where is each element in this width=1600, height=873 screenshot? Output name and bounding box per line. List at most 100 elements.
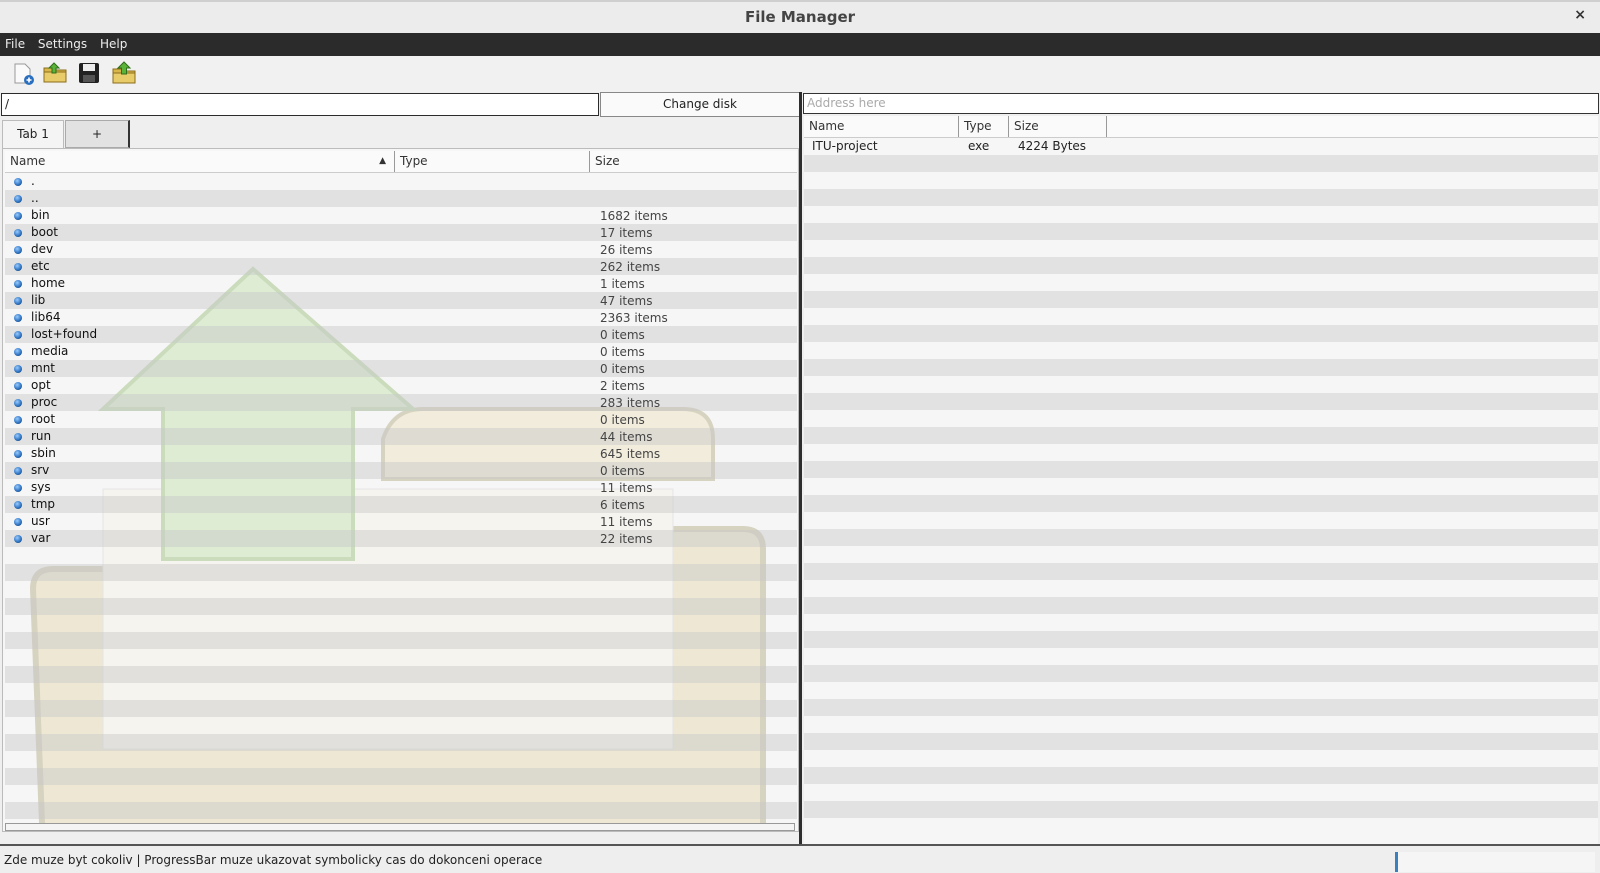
horizontal-scrollbar[interactable] [5,823,795,831]
folder-bullet-icon [14,314,22,322]
table-row[interactable]: home 1 items [5,275,797,292]
table-row[interactable]: ITU-project exe 4224 Bytes [804,138,1598,155]
file-name: lib [31,293,46,307]
empty-row [804,393,1598,410]
file-name: lib64 [31,310,61,324]
column-name[interactable]: Name ▲ [5,151,395,172]
table-row[interactable]: .. [5,190,797,207]
file-size: 11 items [600,515,653,529]
address-input[interactable]: Address here [803,93,1599,114]
file-size: 0 items [600,464,645,478]
empty-row [804,767,1598,784]
folder-bullet-icon [14,399,22,407]
table-row[interactable]: lib64 2363 items [5,309,797,326]
folder-bullet-icon [14,433,22,441]
file-size: 645 items [600,447,661,461]
file-name: var [31,531,51,545]
right-column-type[interactable]: Type [959,116,1009,137]
add-tab-button[interactable]: + [65,120,130,148]
path-input[interactable]: / [1,93,599,116]
table-row[interactable]: usr 11 items [5,513,797,530]
table-row[interactable]: boot 17 items [5,224,797,241]
empty-row [804,342,1598,359]
folder-bullet-icon [14,280,22,288]
empty-row [804,665,1598,682]
file-name: run [31,429,52,443]
table-header: Name ▲ Type Size [5,151,797,173]
table-row[interactable]: media 0 items [5,343,797,360]
empty-row [5,802,797,819]
right-column-size[interactable]: Size [1009,116,1107,137]
tab-1[interactable]: Tab 1 [2,120,64,148]
empty-row [804,291,1598,308]
empty-row [804,750,1598,767]
empty-row [5,598,797,615]
table-row[interactable]: etc 262 items [5,258,797,275]
empty-row [804,495,1598,512]
status-text: Zde muze byt cokoliv | ProgressBar muze … [4,853,543,867]
empty-row [804,240,1598,257]
file-size: 1 items [600,277,645,291]
file-rows: ... bin 1682 items boot 17 items dev 26 items e… [5,173,797,819]
menu-settings[interactable]: Settings [33,33,91,52]
file-name: usr [31,514,50,528]
table-row[interactable]: lost+found 0 items [5,326,797,343]
status-bar: Zde muze byt cokoliv | ProgressBar muze … [0,844,1600,873]
table-row[interactable]: dev 26 items [5,241,797,258]
right-table-header: Name Type Size [804,116,1598,138]
empty-row [804,172,1598,189]
menu-file[interactable]: File [0,33,29,52]
right-column-name[interactable]: Name [804,116,959,137]
column-size[interactable]: Size [590,151,782,172]
new-file-icon[interactable] [10,60,36,86]
file-name: etc [31,259,50,273]
empty-row [804,818,1598,835]
file-size: 262 items [600,260,661,274]
right-panel: Address here Name Type Size ITU-project e… [802,92,1600,844]
table-row[interactable]: var 22 items [5,530,797,547]
file-name: srv [31,463,50,477]
table-row[interactable]: sbin 645 items [5,445,797,462]
file-size: 2363 items [600,311,668,325]
file-name: ITU-project [812,139,878,153]
file-name: bin [31,208,50,222]
file-name: proc [31,395,58,409]
folder-bullet-icon [14,331,22,339]
empty-row [804,206,1598,223]
empty-row [804,478,1598,495]
table-row[interactable]: run 44 items [5,428,797,445]
empty-row [5,547,797,564]
table-row[interactable]: lib 47 items [5,292,797,309]
table-row[interactable]: root 0 items [5,411,797,428]
table-row[interactable]: proc 283 items [5,394,797,411]
table-row[interactable]: opt 2 items [5,377,797,394]
file-type: exe [968,139,990,153]
file-name: tmp [31,497,56,511]
go-up-folder-icon[interactable] [111,60,137,86]
empty-row [804,563,1598,580]
table-row[interactable]: mnt 0 items [5,360,797,377]
empty-row [5,683,797,700]
table-row[interactable]: bin 1682 items [5,207,797,224]
right-file-rows: ITU-project exe 4224 Bytes [804,138,1598,835]
save-icon[interactable] [76,60,102,86]
file-table: Name ▲ Type Size ... bin 1682 items boot 17 … [2,148,799,832]
table-row[interactable]: . [5,173,797,190]
empty-row [804,427,1598,444]
file-name: home [31,276,66,290]
empty-row [804,546,1598,563]
menu-help[interactable]: Help [95,33,131,52]
file-name: .. [31,191,39,205]
column-type[interactable]: Type [395,151,590,172]
empty-row [804,155,1598,172]
file-size: 1682 items [600,209,668,223]
file-size: 26 items [600,243,653,257]
table-row[interactable]: tmp 6 items [5,496,797,513]
empty-row [5,666,797,683]
change-disk-button[interactable]: Change disk [600,92,800,117]
column-name-label: Name [10,154,46,168]
close-icon[interactable]: × [1574,7,1586,23]
table-row[interactable]: sys 11 items [5,479,797,496]
table-row[interactable]: srv 0 items [5,462,797,479]
open-folder-icon[interactable] [42,60,68,86]
